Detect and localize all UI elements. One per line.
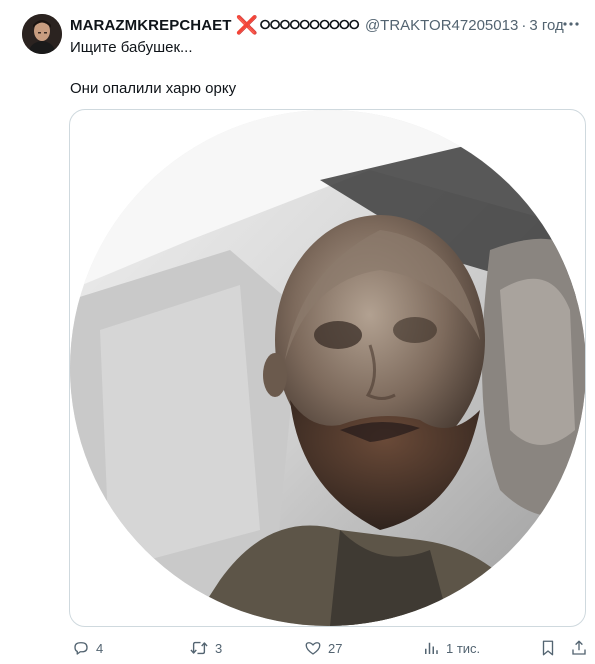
user-handle[interactable]: @TRAKTOR47205013 (365, 17, 518, 34)
more-options-button[interactable] (561, 14, 581, 34)
more-horizontal-icon (563, 22, 579, 26)
name-circles-emoji: ⭘⭘⭘⭘⭘⭘⭘⭘⭘⭘ (259, 17, 360, 32)
separator-dot: · (521, 16, 527, 34)
video-thumbnail (70, 110, 585, 626)
timestamp[interactable]: 3 год (529, 17, 563, 34)
bookmark-icon (542, 640, 554, 656)
views-chart-icon (425, 642, 438, 654)
avatar[interactable] (22, 14, 62, 54)
red-cross-emoji: ❌ (235, 15, 258, 35)
views-button[interactable]: 1 тис. (422, 636, 480, 660)
views-count: 1 тис. (446, 640, 481, 656)
media-card[interactable] (69, 109, 586, 627)
share-button[interactable] (570, 636, 588, 660)
tweet-text-line-1: Ищите бабушек... (70, 39, 193, 56)
reply-count: 4 (96, 640, 104, 656)
heart-icon (305, 642, 321, 655)
action-bar: 4 3 27 1 тис. (0, 636, 595, 660)
reply-button[interactable]: 4 (72, 636, 103, 660)
avatar-image (22, 14, 62, 54)
reply-icon (74, 642, 88, 655)
like-count: 27 (328, 640, 343, 656)
tweet-header: MARAZMKREPCHAET ❌ ⭘⭘⭘⭘⭘⭘⭘⭘⭘⭘ @TRAKTOR472… (70, 14, 564, 36)
retweet-button[interactable]: 3 (189, 636, 222, 660)
bookmark-button[interactable] (539, 636, 557, 660)
retweet-count: 3 (215, 640, 223, 656)
retweet-icon (190, 641, 208, 655)
tweet[interactable]: MARAZMKREPCHAET ❌ ⭘⭘⭘⭘⭘⭘⭘⭘⭘⭘ @TRAKTOR472… (0, 0, 595, 664)
display-name[interactable]: MARAZMKREPCHAET (70, 17, 232, 34)
tweet-text-line-2: Они опалили харю орку (70, 80, 237, 97)
share-icon (572, 640, 586, 655)
like-button[interactable]: 27 (304, 636, 342, 660)
